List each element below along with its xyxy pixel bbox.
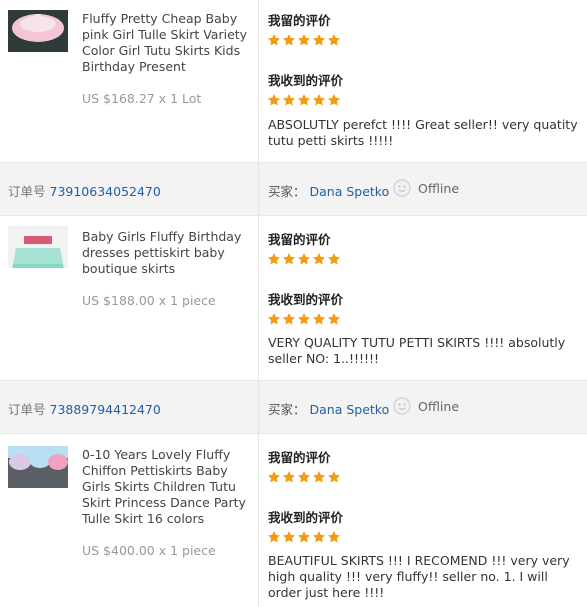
- buyer-status: Offline: [418, 181, 460, 196]
- star-icon: [267, 33, 281, 47]
- star-icon: [312, 33, 326, 47]
- order-number-link[interactable]: 73910634052470: [50, 184, 161, 199]
- received-review-stars: [267, 93, 341, 107]
- left-review-heading: 我留的评价: [268, 13, 331, 28]
- order-number-link[interactable]: 73889794412470: [50, 402, 161, 417]
- order-item-2: Baby Girls Fluffy Birthday dresses petti…: [0, 214, 587, 380]
- star-icon: [312, 470, 326, 484]
- star-icon: [297, 93, 311, 107]
- star-icon: [297, 312, 311, 326]
- received-review-heading: 我收到的评价: [268, 292, 344, 307]
- order-item-1: Fluffy Pretty Cheap Baby pink Girl Tulle…: [0, 0, 587, 162]
- star-icon: [282, 252, 296, 266]
- received-review-stars: [267, 312, 341, 326]
- star-icon: [282, 93, 296, 107]
- product-price: US $400.00 x 1 piece: [82, 543, 216, 558]
- star-icon: [267, 470, 281, 484]
- chat-smiley-icon[interactable]: [393, 179, 411, 197]
- chat-smiley-icon[interactable]: [393, 397, 411, 415]
- received-review-stars: [267, 530, 341, 544]
- star-icon: [297, 252, 311, 266]
- buyer-row: 买家： Dana Spetko: [268, 399, 389, 418]
- left-review-stars: [267, 470, 341, 484]
- star-icon: [297, 530, 311, 544]
- star-icon: [327, 530, 341, 544]
- column-divider: [258, 163, 259, 215]
- column-divider: [258, 381, 259, 433]
- star-icon: [282, 530, 296, 544]
- left-review-stars: [267, 33, 341, 47]
- star-icon: [312, 252, 326, 266]
- star-icon: [282, 470, 296, 484]
- star-icon: [282, 33, 296, 47]
- review-text: ABSOLUTLY perefct !!!! Great seller!! ve…: [268, 117, 578, 148]
- buyer-row: 买家： Dana Spetko: [268, 181, 389, 200]
- order-info-bar-2: 订单号 73889794412470 买家： Dana Spetko Offli…: [0, 380, 587, 434]
- star-icon: [327, 33, 341, 47]
- star-icon: [267, 93, 281, 107]
- order-number-row: 订单号 73910634052470: [8, 181, 161, 200]
- buyer-name-link[interactable]: Dana Spetko: [310, 184, 390, 199]
- star-icon: [312, 93, 326, 107]
- star-icon: [312, 530, 326, 544]
- star-icon: [327, 312, 341, 326]
- star-icon: [267, 252, 281, 266]
- column-divider: [258, 432, 259, 607]
- product-thumbnail[interactable]: [8, 226, 68, 268]
- product-title-link[interactable]: 0-10 Years Lovely Fluffy Chiffon Pettisk…: [82, 447, 252, 527]
- star-icon: [267, 312, 281, 326]
- order-info-bar-1: 订单号 73910634052470 买家： Dana Spetko Offli…: [0, 162, 587, 216]
- column-divider: [258, 0, 259, 162]
- order-number-row: 订单号 73889794412470: [8, 399, 161, 418]
- star-icon: [327, 470, 341, 484]
- star-icon: [267, 530, 281, 544]
- star-icon: [327, 252, 341, 266]
- review-text: BEAUTIFUL SKIRTS !!! I RECOMEND !!! very…: [268, 553, 570, 600]
- star-icon: [327, 93, 341, 107]
- order-number-label: 订单号: [8, 184, 46, 199]
- buyer-label: 买家：: [268, 184, 306, 199]
- product-title-link[interactable]: Baby Girls Fluffy Birthday dresses petti…: [82, 229, 252, 277]
- review-text: VERY QUALITY TUTU PETTI SKIRTS !!!! abso…: [268, 335, 566, 366]
- product-thumbnail[interactable]: [8, 10, 68, 52]
- star-icon: [297, 33, 311, 47]
- received-review-heading: 我收到的评价: [268, 73, 344, 88]
- star-icon: [312, 312, 326, 326]
- received-review-heading: 我收到的评价: [268, 510, 344, 525]
- column-divider: [258, 214, 259, 380]
- buyer-name-link[interactable]: Dana Spetko: [310, 402, 390, 417]
- order-item-3: 0-10 Years Lovely Fluffy Chiffon Pettisk…: [0, 432, 587, 607]
- product-title-link[interactable]: Fluffy Pretty Cheap Baby pink Girl Tulle…: [82, 11, 252, 75]
- buyer-label: 买家：: [268, 402, 306, 417]
- star-icon: [297, 470, 311, 484]
- buyer-status: Offline: [418, 399, 460, 414]
- left-review-heading: 我留的评价: [268, 232, 331, 247]
- product-price: US $188.00 x 1 piece: [82, 293, 216, 308]
- left-review-heading: 我留的评价: [268, 450, 331, 465]
- product-thumbnail[interactable]: [8, 446, 68, 488]
- left-review-stars: [267, 252, 341, 266]
- order-number-label: 订单号: [8, 402, 46, 417]
- product-price: US $168.27 x 1 Lot: [82, 91, 202, 106]
- star-icon: [282, 312, 296, 326]
